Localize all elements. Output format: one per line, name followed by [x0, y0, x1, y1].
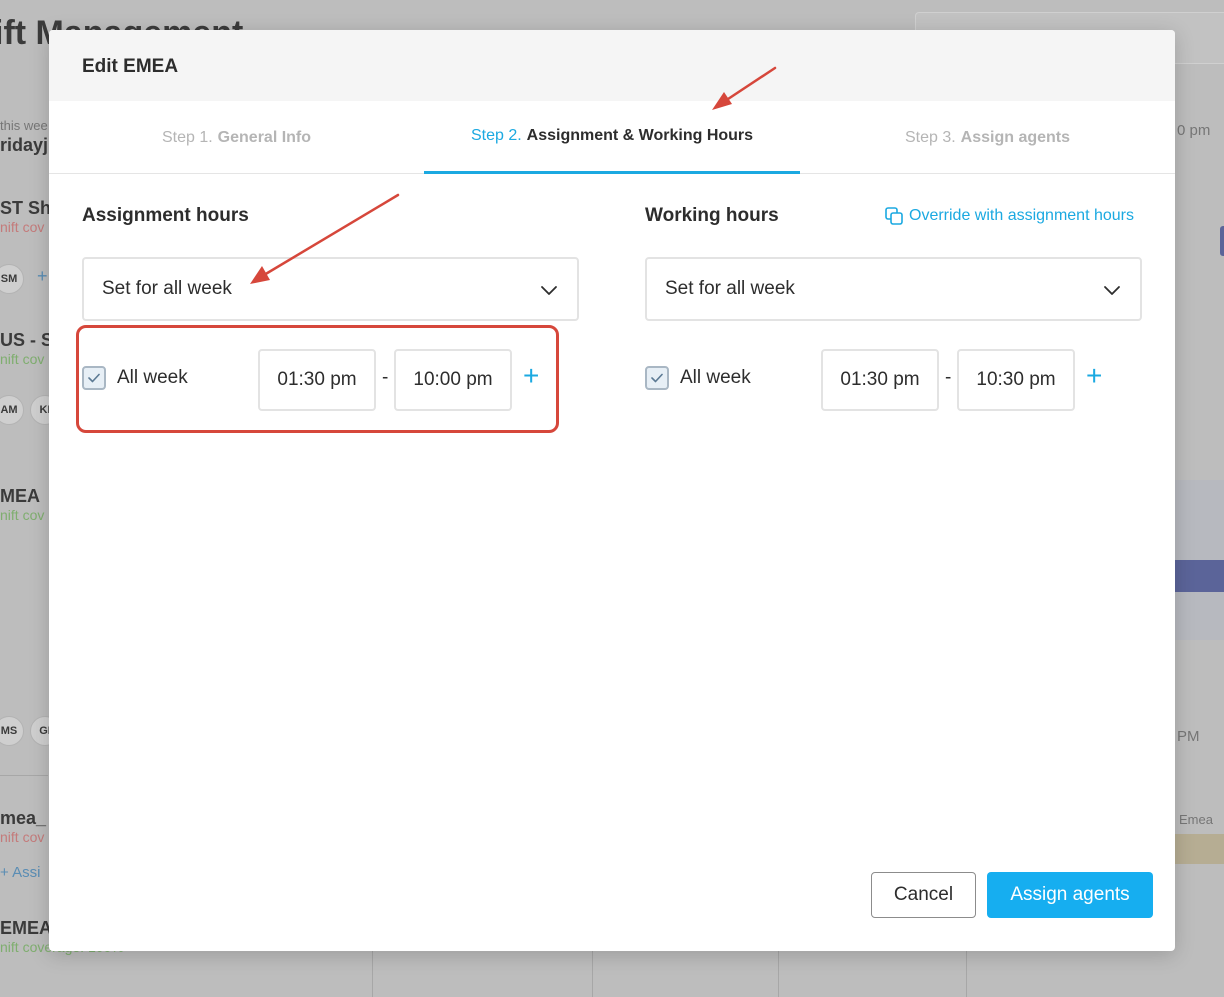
working-schedule-select[interactable]: Set for all week — [645, 257, 1142, 321]
copy-icon — [885, 207, 903, 225]
background-divider — [592, 951, 593, 997]
tab-general-info[interactable]: Step 1. General Info — [49, 101, 424, 174]
background-divider — [778, 951, 779, 997]
working-all-week-checkbox[interactable] — [645, 366, 669, 390]
background-bar — [1220, 226, 1224, 256]
chevron-down-icon — [1104, 286, 1120, 295]
override-label: Override with assignment hours — [909, 207, 1134, 224]
background-time-label: 0 pm — [1177, 122, 1211, 139]
background-assign-link: + Assi — [0, 864, 41, 881]
background-row: US - S nift cov — [0, 330, 54, 367]
avatar: MS — [0, 716, 24, 746]
checkmark-icon — [651, 373, 663, 383]
working-select-value: Set for all week — [665, 278, 795, 299]
assignment-schedule-select[interactable]: Set for all week — [82, 257, 579, 321]
cancel-button[interactable]: Cancel — [871, 872, 976, 918]
background-bar — [1175, 560, 1224, 592]
background-time-label: PM — [1177, 728, 1200, 745]
background-divider — [0, 775, 48, 776]
edit-modal: Edit EMEA Step 1. General Info Step 2. A… — [49, 30, 1175, 951]
avatar: SM — [0, 264, 24, 294]
chevron-down-icon — [541, 286, 557, 295]
assignment-hours-title: Assignment hours — [82, 205, 249, 226]
background-row: this wee ridayj — [0, 118, 49, 155]
tab-assign-agents[interactable]: Step 3. Assign agents — [800, 101, 1175, 174]
override-with-assignment-hours-link[interactable]: Override with assignment hours — [884, 206, 1134, 226]
background-bar — [1175, 834, 1224, 864]
plus-icon: + — [37, 266, 48, 286]
tab-assignment-working-hours[interactable]: Step 2. Assignment & Working Hours — [424, 101, 800, 174]
background-row: mea_ nift cov — [0, 808, 47, 845]
avatar: AM — [0, 395, 24, 425]
time-separator: - — [945, 367, 952, 388]
background-divider — [372, 951, 373, 997]
working-all-week-row: All week 01:30 pm - 10:30 pm + — [645, 349, 1125, 411]
working-hours-title: Working hours — [645, 205, 779, 226]
background-row: MEA nift cov — [0, 486, 45, 523]
add-time-range-button[interactable]: + — [1086, 362, 1102, 390]
assignment-select-value: Set for all week — [102, 278, 232, 299]
background-label: Emea — [1179, 812, 1213, 827]
modal-title: Edit EMEA — [49, 30, 1175, 101]
step-tabs: Step 1. General Info Step 2. Assignment … — [49, 101, 1175, 174]
working-all-week-label: All week — [680, 367, 751, 388]
background-divider — [966, 951, 967, 997]
working-start-time[interactable]: 01:30 pm — [821, 349, 939, 411]
working-end-time[interactable]: 10:30 pm — [957, 349, 1075, 411]
annotation-highlight-box — [76, 325, 559, 433]
background-row: ST Sh nift cov — [0, 198, 52, 235]
assign-agents-button[interactable]: Assign agents — [987, 872, 1153, 918]
